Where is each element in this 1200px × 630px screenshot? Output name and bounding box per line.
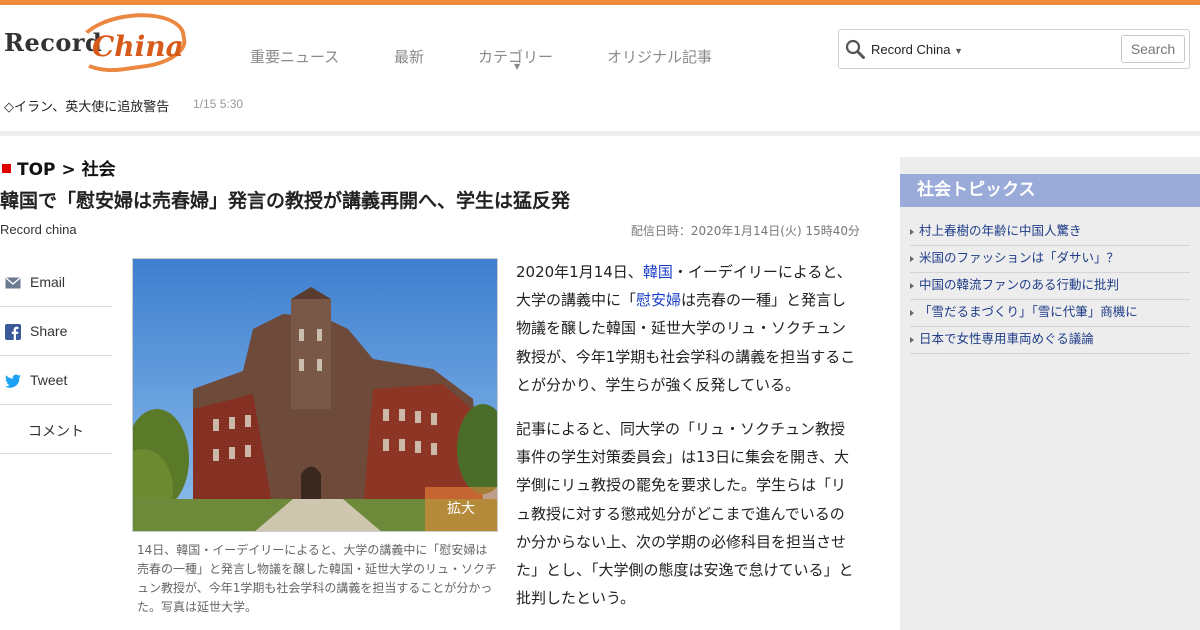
ticker-time: 1/15 5:30: [193, 97, 244, 111]
breadcrumb-marker-icon: [2, 164, 11, 173]
link-korea[interactable]: 韓国: [643, 263, 673, 281]
header-divider: [0, 131, 1200, 136]
link-comfort-women[interactable]: 慰安婦: [636, 291, 681, 309]
share-twitter-button[interactable]: Tweet: [0, 356, 112, 405]
logo-text-record: Record: [4, 28, 103, 57]
article-publish-date: 配信日時：2020年1月14日(火) 15時40分: [630, 224, 860, 238]
site-logo[interactable]: Record China: [4, 6, 190, 78]
photo-caption: 14日、韓国・イーデイリーによると、大学の講義中に「慰安婦は売春の一種」と発言し…: [137, 543, 498, 614]
nav-original-articles[interactable]: オリジナル記事: [607, 46, 712, 67]
article-title: 韓国で「慰安婦は売春婦」発言の教授が講義再開へ、学生は猛反発: [0, 190, 571, 212]
p1-text-a: 2020年1月14日、: [516, 263, 643, 281]
chevron-down-icon: ▼: [954, 46, 964, 56]
sidebar-topic-item[interactable]: 中国の韓流ファンのある行動に批判: [910, 273, 1190, 300]
sidebar-topic-item[interactable]: 村上春樹の年齢に中国人驚き: [910, 219, 1190, 246]
chevron-down-icon: ▼: [514, 62, 521, 71]
nav-latest[interactable]: 最新: [394, 46, 424, 67]
breadcrumb-top[interactable]: TOP: [17, 160, 56, 180]
share-panel: Email Share Tweet コメント: [0, 258, 112, 454]
share-email-label: Email: [30, 274, 66, 290]
article-photo[interactable]: 拡大: [132, 258, 498, 532]
sidebar-topic-list: 村上春樹の年齢に中国人驚き 米国のファッションは「ダサい」？ 中国の韓流ファンの…: [910, 219, 1190, 354]
article-source[interactable]: Record china: [0, 222, 77, 237]
nav-category[interactable]: カテゴリー ▼: [478, 46, 553, 71]
ticker-headline[interactable]: ◇イラン、英大使に追放警告: [4, 96, 169, 115]
sidebar-topic-item[interactable]: 日本で女性専用車両めぐる議論: [910, 327, 1190, 354]
facebook-icon: [5, 324, 21, 340]
share-comment-button[interactable]: コメント: [0, 405, 112, 454]
search-icon: [845, 39, 865, 59]
search-box: Record China ▼ Search: [838, 29, 1190, 69]
search-button[interactable]: Search: [1121, 35, 1185, 63]
sidebar-topic-item[interactable]: 「雪だるまづくり」「雪に代筆」商機に: [910, 300, 1190, 327]
sidebar: 社会トピックス 村上春樹の年齢に中国人驚き 米国のファッションは「ダサい」？ 中…: [900, 157, 1200, 630]
article-body: 2020年1月14日、韓国・イーデイリーによると、大学の講義中に「慰安婦は売春の…: [516, 258, 856, 628]
search-scope-select[interactable]: Record China ▼: [871, 42, 963, 57]
share-facebook-button[interactable]: Share: [0, 307, 112, 356]
sidebar-topic-item[interactable]: 米国のファッションは「ダサい」？: [910, 246, 1190, 273]
share-twitter-label: Tweet: [30, 372, 68, 388]
top-accent-bar: [0, 0, 1200, 5]
search-scope-label: Record China: [871, 42, 951, 57]
breadcrumb-section[interactable]: 社会: [82, 160, 116, 180]
logo-text-china: China: [92, 30, 184, 63]
zoom-button[interactable]: 拡大: [425, 487, 497, 531]
share-facebook-label: Share: [30, 323, 68, 339]
twitter-icon: [5, 374, 21, 388]
share-comment-label: コメント: [28, 423, 84, 439]
mail-icon: [5, 277, 21, 289]
breadcrumb-separator: >: [61, 160, 76, 180]
article-paragraph-1: 2020年1月14日、韓国・イーデイリーによると、大学の講義中に「慰安婦は売春の…: [516, 258, 856, 399]
sidebar-heading: 社会トピックス: [900, 174, 1200, 207]
nav-important-news[interactable]: 重要ニュース: [250, 46, 339, 67]
breadcrumb: TOP > 社会: [2, 155, 116, 180]
search-input[interactable]: [967, 38, 1117, 60]
share-email-button[interactable]: Email: [0, 258, 112, 307]
article-paragraph-2: 記事によると、同大学の「リュ・ソクチュン教授事件の学生対策委員会」は13日に集会…: [516, 420, 854, 608]
